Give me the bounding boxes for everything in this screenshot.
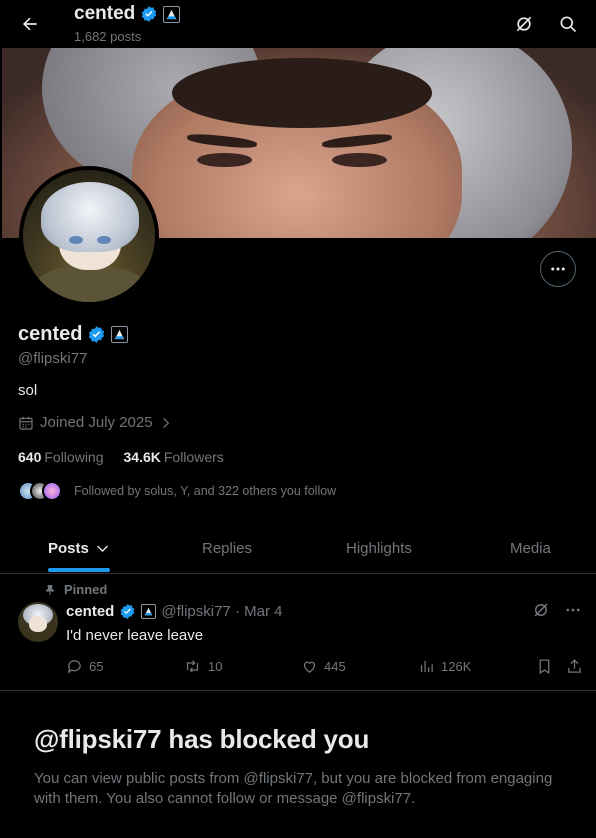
affiliate-badge-icon bbox=[141, 604, 157, 619]
like-button[interactable]: 445 bbox=[301, 658, 346, 675]
pinned-indicator: Pinned bbox=[44, 582, 107, 597]
affiliate-badge-icon[interactable] bbox=[163, 5, 181, 23]
repost-button[interactable]: 10 bbox=[183, 658, 222, 675]
post-text: I'd never leave leave bbox=[66, 627, 204, 644]
tab-media-label: Media bbox=[510, 539, 551, 557]
header-posts-count: 1,682 posts bbox=[74, 29, 142, 44]
reply-button[interactable]: 65 bbox=[66, 658, 103, 675]
post-header: cented @flipski77 · Mar 4 bbox=[66, 603, 282, 620]
grok-icon bbox=[534, 603, 548, 617]
like-icon bbox=[303, 661, 316, 673]
post-meta: @flipski77 · Mar 4 bbox=[161, 603, 283, 620]
following-label: Following bbox=[44, 449, 104, 465]
top-bar: cented 1,682 posts bbox=[0, 0, 596, 48]
post-author-name[interactable]: cented bbox=[66, 603, 114, 620]
chevron-down-icon bbox=[96, 545, 108, 552]
header-name: cented bbox=[74, 3, 136, 24]
share-icon bbox=[568, 659, 581, 673]
reply-count: 65 bbox=[89, 659, 104, 674]
calendar-icon bbox=[19, 416, 33, 430]
post-author-avatar[interactable] bbox=[18, 602, 58, 642]
tab-replies-label: Replies bbox=[202, 539, 253, 557]
views-icon bbox=[420, 660, 433, 673]
grok-icon bbox=[516, 16, 532, 32]
search-button[interactable] bbox=[552, 8, 584, 40]
pinned-label: Pinned bbox=[64, 582, 108, 597]
followers-link[interactable]: 34.6K Followers bbox=[124, 449, 224, 465]
repost-count: 10 bbox=[208, 659, 223, 674]
follow-counts: 640 Following 34.6K Followers bbox=[18, 449, 224, 465]
grok-post-button[interactable] bbox=[532, 601, 550, 624]
joined-date[interactable]: Joined July 2025 bbox=[18, 414, 173, 431]
repost-icon bbox=[186, 660, 199, 673]
verified-icon bbox=[140, 5, 158, 23]
views-button[interactable]: 126K bbox=[418, 658, 471, 675]
views-count: 126K bbox=[441, 659, 472, 674]
back-arrow-icon bbox=[23, 17, 37, 31]
chevron-right-icon bbox=[162, 417, 169, 428]
verified-icon[interactable] bbox=[87, 325, 106, 344]
followers-label: Followers bbox=[163, 449, 224, 465]
tab-posts[interactable]: Posts bbox=[48, 522, 110, 574]
pin-icon bbox=[46, 584, 54, 595]
bookmark-icon bbox=[539, 659, 550, 675]
follower-avatar bbox=[42, 481, 62, 501]
following-link[interactable]: 640 Following bbox=[18, 449, 104, 465]
tab-highlights-label: Highlights bbox=[346, 539, 412, 557]
joined-text: Joined July 2025 bbox=[40, 414, 153, 431]
blocked-title: @flipski77 has blocked you bbox=[34, 724, 370, 754]
following-count: 640 bbox=[18, 449, 42, 465]
back-button[interactable] bbox=[14, 8, 46, 40]
profile-tabs: Posts Replies Highlights Media bbox=[0, 522, 596, 574]
profile-name: cented bbox=[18, 323, 83, 345]
profile-avatar[interactable] bbox=[19, 166, 159, 306]
tab-replies[interactable]: Replies bbox=[202, 522, 252, 574]
reply-icon bbox=[67, 660, 81, 674]
followed-by[interactable]: Followed by solus, Y, and 322 others you… bbox=[18, 481, 336, 501]
affiliate-badge-icon[interactable] bbox=[111, 326, 129, 343]
more-icon bbox=[551, 267, 565, 271]
tab-highlights[interactable]: Highlights bbox=[346, 522, 412, 574]
tab-posts-label: Posts bbox=[48, 539, 89, 557]
blocked-notice: @flipski77 has blocked you You can view … bbox=[34, 724, 574, 809]
more-options-button[interactable] bbox=[540, 251, 576, 287]
pinned-post[interactable]: Pinned cented @flipski77 · Mar 4 I'd nev… bbox=[0, 575, 596, 691]
followed-by-text: Followed by solus, Y, and 322 others you… bbox=[74, 484, 337, 498]
post-more-button[interactable] bbox=[564, 601, 582, 624]
header-name-row: cented bbox=[74, 3, 181, 25]
bookmark-button[interactable] bbox=[536, 658, 553, 675]
blocked-message: You can view public posts from @flipski7… bbox=[34, 770, 553, 807]
profile-bio: sol bbox=[18, 382, 38, 399]
profile-handle: @flipski77 bbox=[18, 350, 88, 367]
share-button[interactable] bbox=[566, 658, 583, 675]
like-count: 445 bbox=[324, 659, 346, 674]
search-icon bbox=[560, 16, 577, 33]
tab-media[interactable]: Media bbox=[510, 522, 551, 574]
profile-name-row: cented bbox=[18, 323, 129, 346]
verified-icon bbox=[119, 603, 136, 620]
active-tab-indicator bbox=[48, 568, 110, 572]
grok-button[interactable] bbox=[508, 8, 540, 40]
post-actions: 65 10 445 126K bbox=[66, 658, 586, 678]
followers-count: 34.6K bbox=[123, 449, 161, 465]
more-icon bbox=[566, 608, 580, 612]
